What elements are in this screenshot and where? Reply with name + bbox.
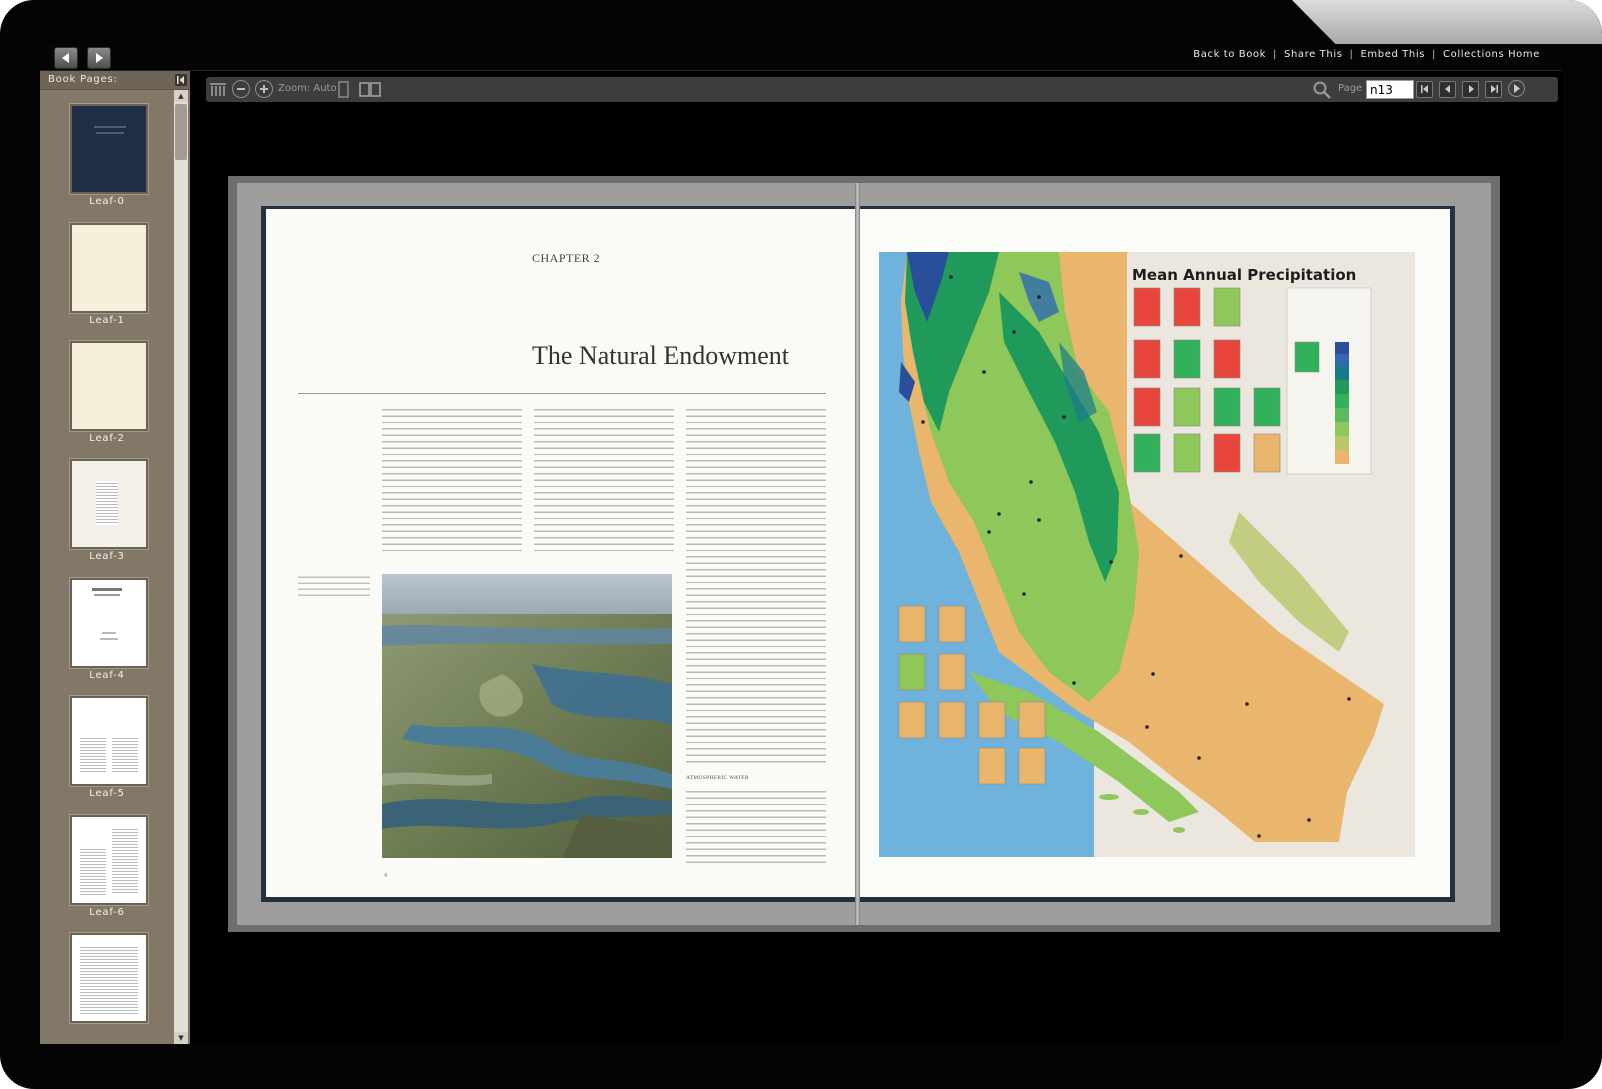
collapse-left-icon xyxy=(177,76,184,84)
page-number-input[interactable] xyxy=(1366,80,1414,99)
section-subhead: ATMOSPHERIC WATER xyxy=(686,775,749,781)
sidebar-title: Book Pages: xyxy=(48,74,118,85)
thumbnail-leaf-3[interactable] xyxy=(70,459,148,549)
collections-home-link[interactable]: Collections Home xyxy=(1443,49,1540,60)
precipitation-map[interactable] xyxy=(879,252,1415,857)
book-gutter xyxy=(855,183,860,925)
zoom-in-button[interactable] xyxy=(255,80,273,98)
separator: | xyxy=(1273,49,1278,60)
chapter-title: The Natural Endowment xyxy=(532,341,790,370)
thumbnail-leaf-4[interactable] xyxy=(70,578,148,668)
zoom-out-button[interactable] xyxy=(232,80,250,98)
next-page-button[interactable] xyxy=(1462,81,1479,98)
last-page-button[interactable] xyxy=(1485,81,1502,98)
thumbnail-label: Leaf-1 xyxy=(89,315,125,326)
scrollbar-thumb[interactable] xyxy=(175,104,187,160)
share-this-link[interactable]: Share This xyxy=(1284,49,1342,60)
previous-page-icon xyxy=(1444,85,1450,93)
thumbnail-label: Leaf-0 xyxy=(89,196,125,207)
library-icon[interactable] xyxy=(209,81,227,98)
map-title: Mean Annual Precipitation xyxy=(1132,266,1357,284)
thumbnail-leaf-1[interactable] xyxy=(70,223,148,313)
back-to-book-link[interactable]: Back to Book xyxy=(1193,49,1266,60)
thumbnail-label: Leaf-6 xyxy=(89,907,125,918)
text-column-3 xyxy=(686,405,826,767)
top-links: Back to Book | Share This | Embed This | Colle… xyxy=(1193,49,1540,60)
book-pages-sidebar: Book Pages: Leaf-0 Leaf-1 Leaf-2 Leaf-3 … xyxy=(40,71,190,1044)
chapter-label: CHAPTER 2 xyxy=(532,251,601,265)
previous-page-button[interactable] xyxy=(1439,81,1456,98)
one-page-view-icon[interactable] xyxy=(338,81,350,98)
separator: | xyxy=(1349,49,1354,60)
play-icon xyxy=(1514,84,1520,93)
device-frame: Back to Book | Share This | Embed This | Colle… xyxy=(0,0,1602,1089)
left-arrow-icon xyxy=(62,53,69,63)
thumbnail-list[interactable]: Leaf-0 Leaf-1 Leaf-2 Leaf-3 Leaf-4 Leaf-… xyxy=(40,90,174,1044)
minus-icon xyxy=(237,88,245,90)
frame-glare xyxy=(1292,0,1602,44)
title-rule xyxy=(298,393,826,394)
back-arrow-button[interactable] xyxy=(54,47,78,69)
text-column-2 xyxy=(534,405,674,555)
forward-arrow-button[interactable] xyxy=(87,47,111,69)
scroll-up-button[interactable]: ▲ xyxy=(174,90,188,102)
book-viewer[interactable]: CHAPTER 2 The Natural Endowment ATMOSPHE… xyxy=(190,103,1562,1044)
next-page-icon xyxy=(1468,85,1474,93)
photo-caption xyxy=(298,573,370,597)
two-page-view-icon[interactable] xyxy=(358,80,382,98)
thumbnail-label: Leaf-3 xyxy=(89,551,125,562)
scroll-down-button[interactable]: ▼ xyxy=(174,1032,188,1044)
search-icon[interactable] xyxy=(1312,80,1332,100)
sidebar-header: Book Pages: xyxy=(40,71,190,90)
collapse-sidebar-button[interactable] xyxy=(175,74,187,86)
right-arrow-icon xyxy=(96,53,103,63)
embed-this-link[interactable]: Embed This xyxy=(1361,49,1426,60)
text-column-1 xyxy=(382,405,522,555)
separator: | xyxy=(1432,49,1437,60)
last-page-icon xyxy=(1490,85,1498,93)
sidebar-scrollbar[interactable]: ▲ ▼ xyxy=(174,90,188,1044)
first-page-button[interactable] xyxy=(1416,81,1433,98)
thumbnail-label: Leaf-2 xyxy=(89,433,125,444)
thumbnail-leaf-0[interactable] xyxy=(70,104,148,194)
page-label: Page xyxy=(1338,83,1363,94)
thumbnail-label: Leaf-4 xyxy=(89,670,125,681)
thumbnail-leaf-6[interactable] xyxy=(70,815,148,905)
autoplay-button[interactable] xyxy=(1508,80,1525,97)
top-bar: Back to Book | Share This | Embed This | Colle… xyxy=(40,44,1562,71)
aerial-wetland-photo xyxy=(382,574,672,858)
thumbnail-leaf-5[interactable] xyxy=(70,696,148,786)
thumbnail-label: Leaf-5 xyxy=(89,788,125,799)
viewer-toolbar: Zoom: Auto Page xyxy=(206,77,1558,102)
page-number: 4 xyxy=(384,873,388,879)
zoom-label: Zoom: Auto xyxy=(278,83,337,94)
thumbnail-leaf-2[interactable] xyxy=(70,341,148,431)
bookreader-screen: Back to Book | Share This | Embed This | Colle… xyxy=(40,44,1562,1044)
plus-icon xyxy=(260,85,268,93)
first-page-icon xyxy=(1420,85,1428,93)
thumbnail-leaf-7[interactable] xyxy=(70,933,148,1023)
text-column-3-continued xyxy=(686,787,826,863)
